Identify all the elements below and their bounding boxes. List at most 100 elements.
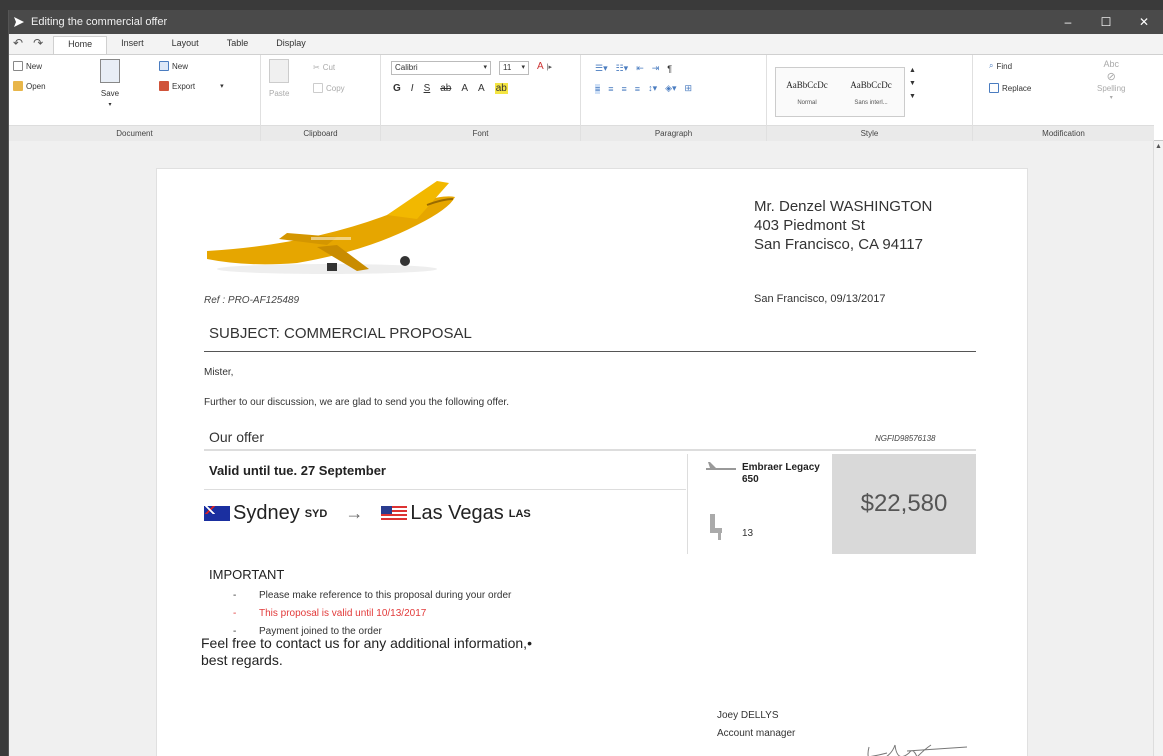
- underline-button[interactable]: S: [424, 83, 431, 94]
- export-button[interactable]: Export ▾: [159, 81, 224, 91]
- increase-indent-icon[interactable]: ⇥: [652, 63, 660, 74]
- line-spacing-icon[interactable]: ↕▾: [648, 83, 657, 94]
- decrease-indent-icon[interactable]: ⇤: [636, 63, 644, 74]
- tab-display[interactable]: Display: [262, 36, 320, 54]
- closing-text: Feel free to contact us for any addition…: [201, 635, 532, 669]
- intro-paragraph: Further to our discussion, we are glad t…: [204, 397, 509, 408]
- reference-number: Ref : PRO-AF125489: [204, 295, 300, 306]
- important-list: Please make reference to this proposal d…: [229, 587, 511, 641]
- align-right-icon[interactable]: ≡: [622, 84, 627, 94]
- document-area[interactable]: Mr. Denzel WASHINGTON 403 Piedmont St Sa…: [9, 141, 1154, 756]
- plane-icon: [706, 462, 736, 470]
- pilcrow-icon[interactable]: ¶: [667, 64, 672, 74]
- subscript-button[interactable]: A: [461, 83, 468, 94]
- shading-icon[interactable]: ◈▾: [665, 83, 676, 94]
- offer-code: NGFID98576138: [875, 434, 936, 443]
- closing-line: Feel free to contact us for any addition…: [201, 635, 532, 651]
- group-label-document: Document: [9, 125, 260, 141]
- vertical-scrollbar[interactable]: ▲: [1153, 141, 1163, 756]
- highlight-button[interactable]: ab: [494, 83, 508, 94]
- origin-code: SYD: [304, 507, 328, 520]
- new-document-button[interactable]: New: [13, 61, 42, 71]
- export-icon: [159, 81, 169, 91]
- group-label-style: Style: [767, 125, 972, 141]
- strikethrough-button[interactable]: ab: [440, 83, 451, 94]
- salutation: Mister,: [204, 367, 234, 378]
- borders-icon[interactable]: ⊞: [685, 83, 693, 94]
- chevron-down-icon[interactable]: ▼: [909, 80, 916, 87]
- cut-button[interactable]: ✂ Cut: [313, 63, 335, 72]
- copy-button[interactable]: Copy: [313, 83, 345, 93]
- group-clipboard: Paste ✂ Cut Copy Clipboard: [261, 55, 381, 141]
- save-button[interactable]: Save ▾: [95, 59, 125, 108]
- aircraft-model: Embraer Legacy 650: [742, 462, 820, 485]
- window-title: Editing the commercial offer: [31, 16, 168, 28]
- new-template-button[interactable]: New: [159, 61, 188, 71]
- style-normal[interactable]: AaBbCcDc Normal: [776, 72, 838, 106]
- letter-subject: SUBJECT: COMMERCIAL PROPOSAL: [209, 325, 472, 342]
- save-disk-icon: [100, 59, 120, 83]
- scissors-icon: ✂: [313, 63, 320, 72]
- letter-page[interactable]: Mr. Denzel WASHINGTON 403 Piedmont St Sa…: [156, 168, 1028, 756]
- signer-title: Account manager: [717, 728, 796, 739]
- flight-route: Sydney SYD → Las Vegas LAS: [204, 502, 531, 525]
- numbered-list-icon[interactable]: ☷▾: [616, 63, 629, 74]
- redo-icon[interactable]: ↷: [33, 36, 43, 50]
- scroll-up-icon[interactable]: ▲: [1155, 143, 1162, 150]
- australia-flag-icon: [204, 506, 230, 521]
- offer-heading: Our offer: [209, 429, 264, 445]
- tab-home[interactable]: Home: [53, 36, 108, 54]
- clipboard-icon: [269, 59, 290, 83]
- style-no-spacing[interactable]: AaBbCcDc Sans interl...: [840, 72, 902, 106]
- tab-layout[interactable]: Layout: [158, 36, 213, 54]
- undo-icon[interactable]: ↶: [13, 36, 23, 50]
- folder-icon: [13, 81, 23, 91]
- tab-table[interactable]: Table: [213, 36, 263, 54]
- subject-divider: [204, 351, 976, 352]
- align-center-icon[interactable]: ≡: [608, 84, 613, 94]
- group-font: Calibri ▾ 11 ▾ A |▸ G I S ab A A ab Font: [381, 55, 581, 141]
- bullet-list-icon[interactable]: ☰▾: [595, 63, 608, 74]
- align-left-icon[interactable]: ≡: [595, 83, 601, 94]
- paste-button[interactable]: Paste: [269, 59, 289, 98]
- style-scroll[interactable]: ▲ ▼ ▼: [909, 67, 916, 100]
- align-justify-icon[interactable]: ≡: [635, 84, 640, 94]
- font-size-select[interactable]: 11 ▾: [499, 61, 529, 75]
- replace-icon: [989, 83, 999, 93]
- maximize-button[interactable]: ☐: [1087, 10, 1125, 34]
- validity-divider: [204, 489, 686, 490]
- group-label-clipboard: Clipboard: [261, 125, 380, 141]
- tab-insert[interactable]: Insert: [107, 36, 158, 54]
- handwritten-signature: [867, 744, 968, 756]
- recipient-name: Mr. Denzel WASHINGTON: [754, 198, 933, 215]
- replace-button[interactable]: Replace: [989, 83, 1031, 93]
- offer-price: $22,580: [832, 454, 976, 554]
- find-button[interactable]: ⌕ Find: [989, 61, 1012, 71]
- group-paragraph: ☰▾ ☷▾ ⇤ ⇥ ¶ ≡ ≡ ≡ ≡ ↕▾ ◈▾ ⊞ Paragraph: [581, 55, 767, 141]
- arrow-right-icon: →: [345, 503, 364, 523]
- group-label-modification: Modification: [973, 125, 1154, 141]
- paragraph-list-row: ☰▾ ☷▾ ⇤ ⇥ ¶: [595, 63, 672, 74]
- destination-code: LAS: [508, 507, 531, 520]
- bold-button[interactable]: G: [393, 83, 401, 94]
- font-color-icon: A: [537, 61, 544, 72]
- font-family-select[interactable]: Calibri ▾: [391, 61, 491, 75]
- chevron-up-icon[interactable]: ▲: [909, 67, 916, 74]
- group-document: New Open Save ▾ New Export ▾ Document: [9, 55, 261, 141]
- superscript-button[interactable]: A: [478, 83, 485, 94]
- letter-date: San Francisco, 09/13/2017: [754, 293, 886, 305]
- editor-window: Editing the commercial offer – ☐ ✕ ↶ ↷ H…: [8, 10, 1163, 756]
- new-file-icon: [13, 61, 23, 71]
- font-color-button[interactable]: A |▸: [537, 61, 552, 72]
- minimize-button[interactable]: –: [1049, 10, 1087, 34]
- aircraft-cell: Embraer Legacy 650 13: [687, 454, 832, 554]
- new-template-icon: [159, 61, 169, 71]
- close-button[interactable]: ✕: [1125, 10, 1163, 34]
- spelling-button[interactable]: Abc ⊘ Spelling ▾: [1097, 59, 1125, 101]
- italic-button[interactable]: I: [411, 83, 414, 94]
- more-styles-icon[interactable]: ▼: [909, 93, 916, 100]
- seat-icon: [710, 514, 722, 540]
- destination-city: Las Vegas: [410, 502, 504, 524]
- open-button[interactable]: Open: [13, 81, 46, 91]
- validity-date: Valid until tue. 27 September: [209, 463, 386, 478]
